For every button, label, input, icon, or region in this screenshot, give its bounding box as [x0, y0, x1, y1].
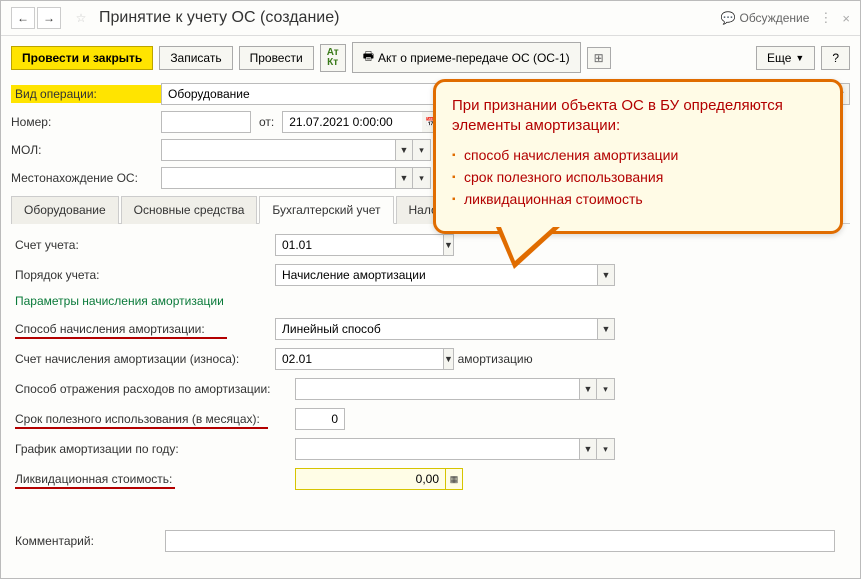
- print-act-label: Акт о приеме-передаче ОС (ОС-1): [378, 51, 570, 65]
- account-row: Счет учета: ▼: [15, 234, 846, 256]
- debit-credit-button[interactable]: АтКт: [320, 44, 346, 72]
- tab-equipment[interactable]: Оборудование: [11, 196, 119, 224]
- close-icon[interactable]: ×: [842, 11, 850, 26]
- comment-label: Комментарий:: [15, 534, 165, 548]
- comment-input[interactable]: [165, 530, 835, 552]
- account-select[interactable]: ▼: [275, 234, 365, 256]
- dt-kt-icon: АтКт: [327, 48, 339, 68]
- window-title: Принятие к учету ОС (создание): [99, 9, 721, 27]
- tab-accounting[interactable]: Бухгалтерский учет: [259, 196, 393, 224]
- back-button[interactable]: ←: [11, 7, 35, 29]
- mol-label: МОЛ:: [11, 143, 161, 157]
- post-button[interactable]: Провести: [239, 46, 314, 70]
- mol-open-icon[interactable]: ▾: [413, 139, 431, 161]
- discuss-label: Обсуждение: [739, 11, 809, 25]
- number-input[interactable]: [161, 111, 251, 133]
- expense-method-dropdown-icon[interactable]: ▼: [579, 378, 597, 400]
- expense-method-label: Способ отражения расходов по амортизации…: [15, 382, 295, 396]
- salvage-row: Ликвидационная стоимость: ▦: [15, 468, 846, 490]
- schedule-select[interactable]: ▼ ▾: [295, 438, 615, 460]
- order-dropdown-icon[interactable]: ▼: [597, 264, 615, 286]
- date-from-label: от:: [259, 115, 274, 129]
- method-label: Способ начисления амортизации:: [15, 322, 275, 336]
- expense-method-input[interactable]: [295, 378, 579, 400]
- expense-method-open-icon[interactable]: ▾: [597, 378, 615, 400]
- expense-method-select[interactable]: ▼ ▾: [295, 378, 615, 400]
- useful-life-input[interactable]: [295, 408, 345, 430]
- grid-icon: ⊞: [594, 51, 604, 65]
- schedule-label: График амортизации по году:: [15, 442, 295, 456]
- account-label: Счет учета:: [15, 238, 275, 252]
- printer-icon: 🖶: [363, 47, 374, 68]
- help-button[interactable]: ?: [821, 46, 850, 70]
- amort-account-label: Счет начисления амортизации (износа):: [15, 352, 275, 366]
- salvage-input[interactable]: [295, 468, 445, 490]
- callout-list: способ начисления амортизации срок полез…: [452, 147, 824, 207]
- more-menu-icon[interactable]: ⋮: [819, 10, 832, 26]
- order-row: Порядок учета: ▼: [15, 264, 846, 286]
- schedule-input[interactable]: [295, 438, 579, 460]
- window: ← → ☆ Принятие к учету ОС (создание) 💬 О…: [0, 0, 861, 579]
- callout-item: срок полезного использования: [452, 169, 824, 185]
- method-select[interactable]: ▼: [275, 318, 615, 340]
- form-layout-button[interactable]: ⊞: [587, 47, 611, 69]
- amort-account-dropdown-icon[interactable]: ▼: [443, 348, 454, 370]
- salvage-label: Ликвидационная стоимость:: [15, 472, 295, 486]
- schedule-row: График амортизации по году: ▼ ▾: [15, 438, 846, 460]
- mol-dropdown-icon[interactable]: ▼: [395, 139, 413, 161]
- date-input[interactable]: [282, 111, 422, 133]
- favorite-icon[interactable]: ☆: [69, 7, 93, 29]
- more-button[interactable]: Еще ▼: [756, 46, 815, 70]
- mol-select[interactable]: ▼ ▾: [161, 139, 431, 161]
- amort-section-title: Параметры начисления амортизации: [15, 294, 846, 308]
- method-row: Способ начисления амортизации: ▼: [15, 318, 846, 340]
- callout-tail: [496, 227, 560, 269]
- callout-item: способ начисления амортизации: [452, 147, 824, 163]
- more-label: Еще: [767, 51, 791, 65]
- useful-life-label: Срок полезного использования (в месяцах)…: [15, 412, 295, 426]
- location-open-icon[interactable]: ▾: [413, 167, 431, 189]
- titlebar: ← → ☆ Принятие к учету ОС (создание) 💬 О…: [1, 1, 860, 36]
- date-field[interactable]: 📅: [282, 111, 440, 133]
- discuss-link[interactable]: 💬 Обсуждение: [721, 11, 810, 25]
- operation-type-label: Вид операции:: [11, 85, 161, 103]
- callout-heading: При признании объекта ОС в БУ определяют…: [452, 96, 824, 137]
- amort-account-select[interactable]: ▼: [275, 348, 365, 370]
- callout-item: ликвидационная стоимость: [452, 191, 824, 207]
- discuss-icon: 💬: [721, 11, 736, 25]
- toolbar-right: Еще ▼ ?: [756, 46, 850, 70]
- callout: При признании объекта ОС в БУ определяют…: [433, 79, 843, 234]
- location-dropdown-icon[interactable]: ▼: [395, 167, 413, 189]
- forward-button[interactable]: →: [37, 7, 61, 29]
- method-dropdown-icon[interactable]: ▼: [597, 318, 615, 340]
- number-label: Номер:: [11, 115, 161, 129]
- schedule-open-icon[interactable]: ▾: [597, 438, 615, 460]
- schedule-dropdown-icon[interactable]: ▼: [579, 438, 597, 460]
- chevron-down-icon: ▼: [795, 53, 804, 63]
- titlebar-right: 💬 Обсуждение ⋮ ×: [721, 10, 850, 26]
- location-label: Местонахождение ОС:: [11, 171, 161, 185]
- method-input[interactable]: [275, 318, 597, 340]
- save-button[interactable]: Записать: [159, 46, 232, 70]
- order-select[interactable]: ▼: [275, 264, 615, 286]
- salvage-field[interactable]: ▦: [295, 468, 463, 490]
- print-act-button[interactable]: 🖶 Акт о приеме-передаче ОС (ОС-1): [352, 42, 581, 73]
- post-and-close-button[interactable]: Провести и закрыть: [11, 46, 153, 70]
- salvage-calc-icon[interactable]: ▦: [445, 468, 463, 490]
- tab-content: Счет учета: ▼ Порядок учета: ▼ Параметры…: [11, 224, 850, 552]
- expense-method-row: Способ отражения расходов по амортизации…: [15, 378, 846, 400]
- amort-account-row: Счет начисления амортизации (износа): ▼ …: [15, 348, 846, 370]
- useful-life-row: Срок полезного использования (в месяцах)…: [15, 408, 846, 430]
- order-label: Порядок учета:: [15, 268, 275, 282]
- amort-account-input[interactable]: [275, 348, 443, 370]
- tab-fixed-assets[interactable]: Основные средства: [121, 196, 258, 224]
- location-select[interactable]: ▼ ▾: [161, 167, 431, 189]
- mol-input[interactable]: [161, 139, 395, 161]
- location-input[interactable]: [161, 167, 395, 189]
- account-dropdown-icon[interactable]: ▼: [443, 234, 454, 256]
- comment-row: Комментарий:: [15, 530, 846, 552]
- account-input[interactable]: [275, 234, 443, 256]
- toolbar: Провести и закрыть Записать Провести АтК…: [1, 36, 860, 83]
